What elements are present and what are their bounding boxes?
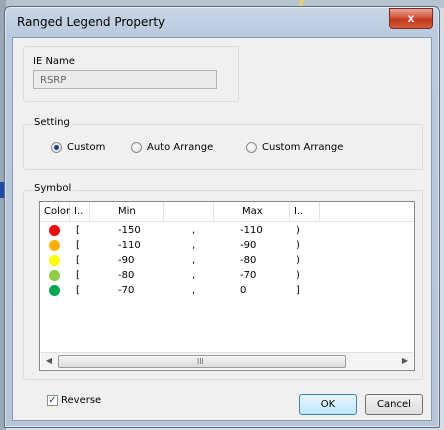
cell-min: -110	[118, 240, 141, 251]
cell-separator: ,	[192, 240, 196, 251]
horizontal-scrollbar[interactable]: ◀ III ▶	[41, 352, 413, 369]
ie-name-field[interactable]: RSRP	[33, 70, 217, 89]
radio-unselected-icon	[246, 142, 257, 153]
reverse-label: Reverse	[61, 395, 102, 406]
column-header-color[interactable]: Color	[40, 202, 70, 221]
legend-table[interactable]: Color I.. Min Max I.. [ -150, -110) [ -110, -…	[39, 201, 415, 371]
ie-name-label: IE Name	[33, 56, 75, 67]
table-row[interactable]: [ -150, -110)	[40, 223, 414, 238]
cell-separator: ,	[192, 285, 196, 296]
radio-custom[interactable]: Custom	[51, 142, 105, 153]
column-header-max[interactable]: Max	[214, 202, 290, 221]
dialog-body: IE Name RSRP Setting Custom Auto Arrange…	[12, 37, 432, 421]
cell-open-bracket: [	[76, 225, 80, 236]
radio-auto-arrange-label: Auto Arrange	[147, 142, 214, 153]
cell-min: -80	[118, 270, 135, 281]
cell-max: -70	[240, 270, 257, 281]
column-header-min[interactable]: Min	[90, 202, 164, 221]
ok-button[interactable]: OK	[299, 394, 357, 415]
cell-open-bracket: [	[76, 255, 80, 266]
cell-open-bracket: [	[76, 285, 80, 296]
cell-max: -110	[240, 225, 263, 236]
scroll-right-icon[interactable]: ▶	[397, 353, 413, 369]
scroll-left-icon[interactable]: ◀	[41, 353, 57, 369]
cell-open-bracket: [	[76, 270, 80, 281]
column-header-open-interval[interactable]: I..	[70, 202, 90, 221]
cell-max: -90	[240, 240, 257, 251]
cell-close-bracket: ]	[296, 285, 300, 296]
symbol-group-label: Symbol	[32, 183, 74, 194]
cell-min: -150	[118, 225, 141, 236]
column-header-close-interval[interactable]: I..	[290, 202, 320, 221]
cell-close-bracket: )	[296, 240, 300, 251]
table-row[interactable]: [ -70, 0]	[40, 283, 414, 298]
cell-min: -70	[118, 285, 135, 296]
cell-separator: ,	[192, 225, 196, 236]
checkmark-icon: ✓	[47, 395, 58, 406]
reverse-checkbox[interactable]: ✓ Reverse	[47, 395, 101, 406]
cancel-button[interactable]: Cancel	[365, 394, 423, 415]
table-row[interactable]: [ -110, -90)	[40, 238, 414, 253]
color-swatch[interactable]	[49, 270, 60, 281]
cell-close-bracket: )	[296, 255, 300, 266]
cell-max: 0	[240, 285, 247, 296]
close-button[interactable]: x	[389, 8, 433, 29]
color-swatch[interactable]	[49, 225, 60, 236]
dialog-window: Ranged Legend Property x IE Name RSRP Se…	[4, 6, 440, 428]
cell-separator: ,	[192, 270, 196, 281]
color-swatch[interactable]	[49, 240, 60, 251]
scroll-thumb[interactable]: III	[58, 355, 346, 368]
radio-unselected-icon	[131, 142, 142, 153]
cell-close-bracket: )	[296, 225, 300, 236]
radio-custom-label: Custom	[67, 142, 106, 153]
close-icon: x	[407, 11, 415, 25]
title-bar[interactable]: Ranged Legend Property x	[5, 7, 439, 37]
table-header: Color I.. Min Max I..	[40, 202, 414, 222]
radio-custom-arrange-label: Custom Arrange	[262, 142, 344, 153]
radio-custom-arrange[interactable]: Custom Arrange	[246, 142, 343, 153]
cell-close-bracket: )	[296, 270, 300, 281]
table-row[interactable]: [ -80, -70)	[40, 268, 414, 283]
radio-auto-arrange[interactable]: Auto Arrange	[131, 142, 213, 153]
setting-group-label: Setting	[32, 117, 72, 128]
cell-separator: ,	[192, 255, 196, 266]
scroll-grip: III	[197, 357, 204, 366]
color-swatch[interactable]	[49, 255, 60, 266]
cell-min: -90	[118, 255, 135, 266]
cell-max: -80	[240, 255, 257, 266]
color-swatch[interactable]	[49, 285, 60, 296]
radio-selected-icon	[51, 142, 62, 153]
cell-open-bracket: [	[76, 240, 80, 251]
dialog-title: Ranged Legend Property	[17, 15, 166, 29]
table-row[interactable]: [ -90, -80)	[40, 253, 414, 268]
column-header-separator[interactable]	[164, 202, 214, 221]
